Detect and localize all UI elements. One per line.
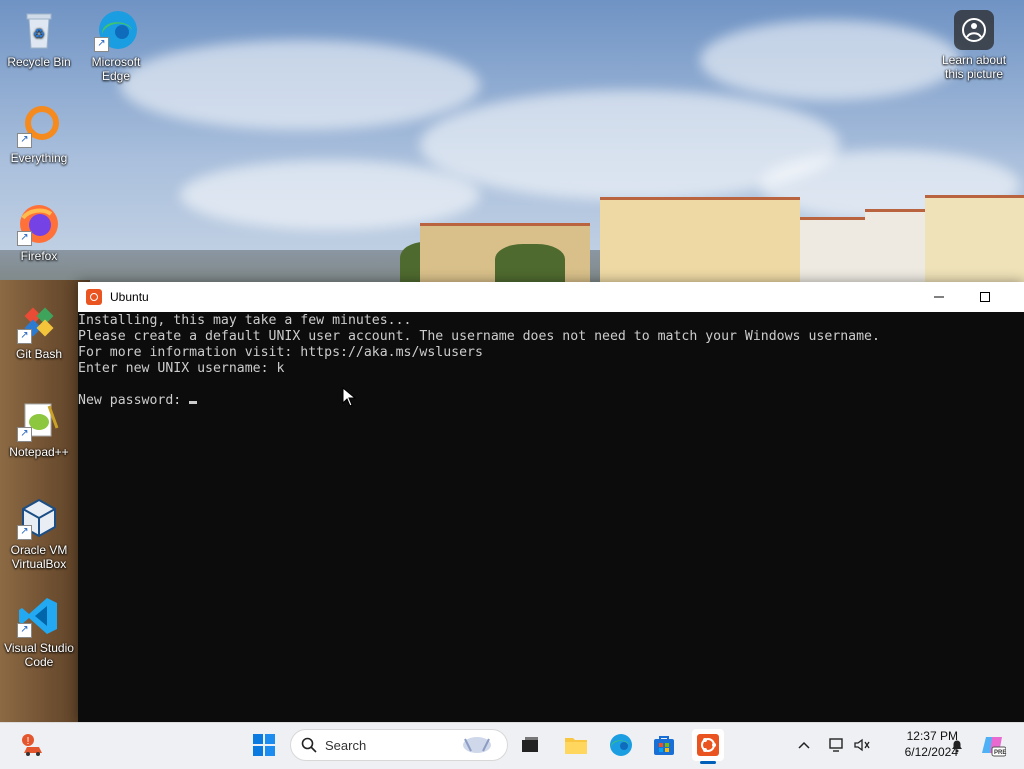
- desktop-icon-vscode[interactable]: ↗ Visual Studio Code: [1, 594, 77, 669]
- window-title: Ubuntu: [110, 290, 149, 304]
- camera-info-icon: [954, 10, 994, 50]
- task-view-button[interactable]: [514, 729, 546, 761]
- desktop-icon-label: Visual Studio Code: [4, 641, 74, 669]
- git-bash-icon: ↗: [17, 300, 61, 344]
- desktop-icon-recycle-bin[interactable]: ♻ Recycle Bin: [1, 8, 77, 69]
- desktop-icon-label: Recycle Bin: [7, 55, 71, 69]
- taskbar-clock[interactable]: 12:37 PM 6/12/2024: [870, 728, 958, 760]
- taskbar-search-box[interactable]: Search: [290, 729, 508, 761]
- network-icon[interactable]: [824, 722, 848, 768]
- svg-text:♻: ♻: [33, 26, 45, 41]
- desktop-icon-firefox[interactable]: ↗ Firefox: [1, 202, 77, 263]
- terminal-line: For more information visit: https://aka.…: [78, 345, 483, 360]
- mouse-pointer-icon: [342, 387, 356, 407]
- search-icon: [301, 737, 317, 753]
- recycle-bin-icon: ♻: [17, 8, 61, 52]
- ubuntu-icon: [86, 289, 102, 305]
- desktop-icon-everything[interactable]: ↗ Everything: [1, 104, 77, 165]
- vscode-icon: ↗: [17, 594, 61, 638]
- ubuntu-terminal-window[interactable]: Ubuntu Installing, this may take a few m…: [78, 282, 1024, 722]
- microsoft-store-icon[interactable]: [648, 729, 680, 761]
- terminal-line: Installing, this may take a few minutes.…: [78, 313, 412, 328]
- notepadpp-icon: ↗: [17, 398, 61, 442]
- search-placeholder: Search: [325, 737, 367, 753]
- minimize-button[interactable]: [916, 282, 962, 312]
- desktop-icon-label: Everything: [10, 151, 68, 165]
- file-explorer-icon[interactable]: [560, 729, 592, 761]
- desktop-icon-label: Oracle VM VirtualBox: [10, 543, 68, 571]
- maximize-button[interactable]: [962, 282, 1008, 312]
- virtualbox-icon: ↗: [17, 496, 61, 540]
- firefox-icon: ↗: [17, 202, 61, 246]
- weather-alert-icon[interactable]: !: [16, 729, 48, 761]
- desktop-icon-git-bash[interactable]: ↗ Git Bash: [1, 300, 77, 361]
- terminal-line: Enter new UNIX username: k: [78, 361, 285, 376]
- learn-about-label: Learn about this picture: [941, 53, 1007, 81]
- copilot-preview-badge: PRE: [994, 750, 1007, 756]
- clock-date: 6/12/2024: [904, 745, 958, 759]
- learn-about-picture[interactable]: Learn about this picture: [936, 10, 1012, 81]
- svg-text:!: !: [27, 736, 30, 747]
- desktop-icon-label: Git Bash: [15, 347, 63, 361]
- copilot-icon[interactable]: PRE: [978, 722, 1008, 768]
- show-hidden-icons-chevron-icon[interactable]: [792, 722, 816, 768]
- terminal-prompt-line: New password:: [78, 393, 1024, 409]
- start-button[interactable]: [248, 729, 280, 761]
- edge-taskbar-icon[interactable]: [605, 729, 637, 761]
- desktop-icon-edge[interactable]: ↗ Microsoft Edge: [78, 8, 154, 83]
- terminal-line: Please create a default UNIX user accoun…: [78, 329, 880, 344]
- password-prompt: New password:: [78, 393, 190, 408]
- desktop-icon-notepadpp[interactable]: ↗ Notepad++: [1, 398, 77, 459]
- clock-time: 12:37 PM: [906, 729, 958, 743]
- everything-search-icon: ↗: [17, 104, 61, 148]
- edge-icon: ↗: [94, 8, 138, 52]
- ubuntu-taskbar-icon[interactable]: [692, 729, 724, 764]
- desktop-icon-label: Microsoft Edge: [91, 55, 141, 83]
- desktop-icon-virtualbox[interactable]: ↗ Oracle VM VirtualBox: [1, 496, 77, 571]
- desktop-icon-label: Notepad++: [9, 445, 69, 459]
- notification-bell-icon[interactable]: [946, 722, 968, 768]
- text-cursor: [189, 401, 198, 404]
- window-titlebar[interactable]: Ubuntu: [78, 282, 1024, 312]
- desktop-icon-label: Firefox: [20, 249, 58, 263]
- terminal-output[interactable]: Installing, this may take a few minutes.…: [78, 312, 1024, 409]
- search-highlight-icon: [463, 737, 491, 753]
